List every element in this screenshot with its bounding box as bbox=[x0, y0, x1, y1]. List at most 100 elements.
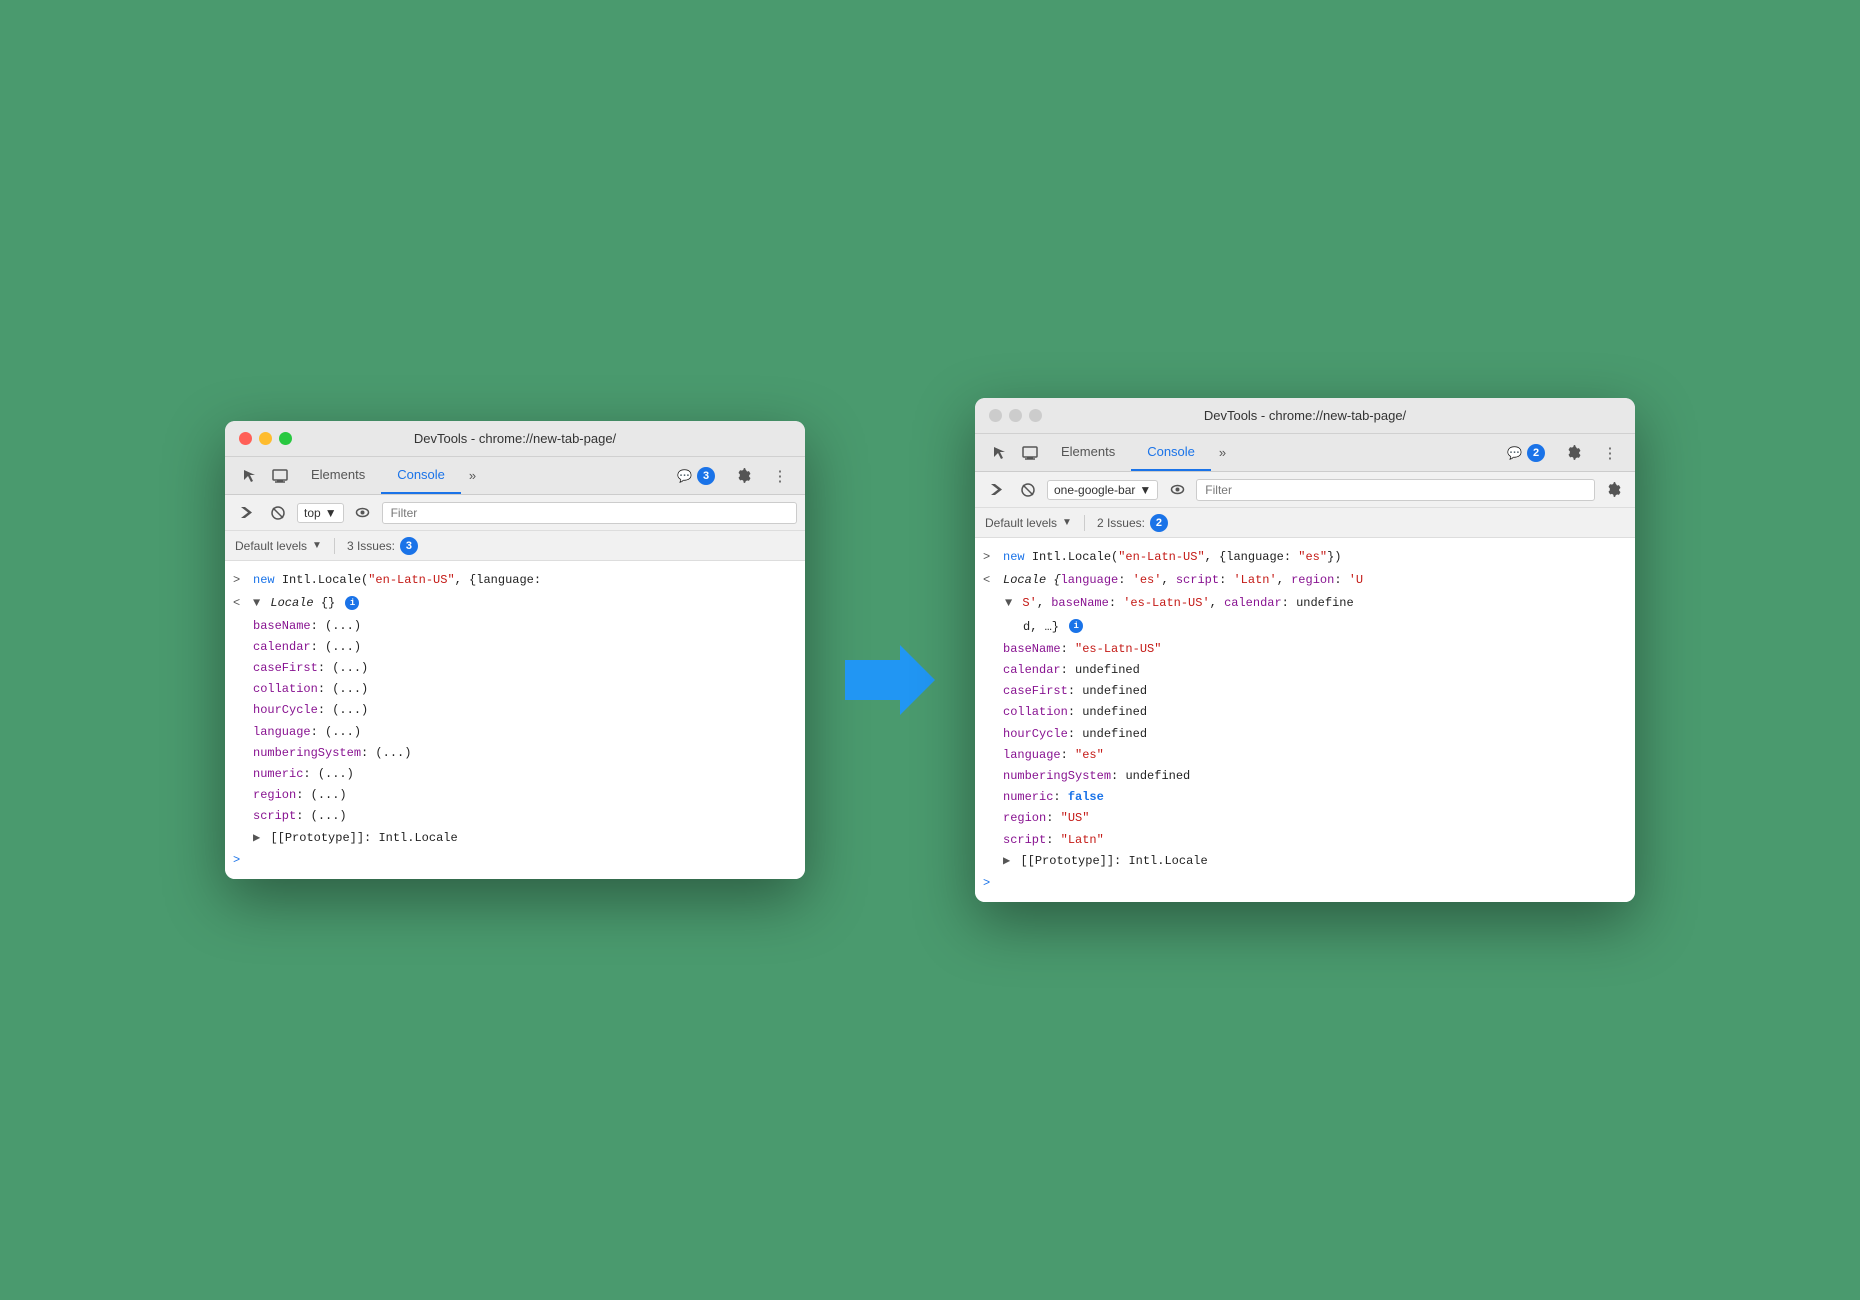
console-toolbar-2: one-google-bar ▼ Filter bbox=[975, 472, 1635, 508]
prop-hourcycle-1[interactable]: hourCycle: (...) bbox=[225, 700, 805, 721]
prototype-1[interactable]: ▶ [[Prototype]]: Intl.Locale bbox=[225, 828, 805, 849]
prop-collation-1[interactable]: collation: (...) bbox=[225, 679, 805, 700]
block-icon-2[interactable] bbox=[1015, 477, 1041, 503]
console-content-1: > new Intl.Locale("en-Latn-US", {languag… bbox=[225, 561, 805, 878]
issues-bar-2: Default levels ▼ 2 Issues: 2 bbox=[975, 508, 1635, 538]
tab-elements-1[interactable]: Elements bbox=[295, 457, 381, 494]
settings-icon-1[interactable] bbox=[729, 461, 759, 491]
eye-icon-2[interactable] bbox=[1164, 477, 1190, 503]
clear-console-btn-1[interactable] bbox=[233, 500, 259, 526]
prompt-line-1[interactable]: > bbox=[225, 849, 805, 871]
dropdown-arrow-1: ▼ bbox=[312, 540, 322, 551]
input-caret-2: > bbox=[983, 548, 997, 567]
prototype-2[interactable]: ▶ [[Prototype]]: Intl.Locale bbox=[975, 851, 1635, 872]
issues-count-1[interactable]: 3 Issues: 3 bbox=[347, 537, 418, 555]
inspect-icon-2[interactable] bbox=[985, 438, 1015, 468]
locale-output-2b: ▼ S', baseName: 'es-Latn-US', calendar: … bbox=[975, 592, 1635, 615]
prop-region-1[interactable]: region: (...) bbox=[225, 785, 805, 806]
devtools-tabs-2: Elements Console » 💬 2 ⋮ bbox=[975, 434, 1635, 472]
console-content-2: > new Intl.Locale("en-Latn-US", {languag… bbox=[975, 538, 1635, 902]
prop-script-2[interactable]: script: "Latn" bbox=[975, 830, 1635, 851]
dropdown-arrow-2: ▼ bbox=[1062, 517, 1072, 528]
context-label-2: one-google-bar bbox=[1054, 483, 1135, 497]
maximize-button-2[interactable] bbox=[1029, 409, 1042, 422]
prop-numeric-2[interactable]: numeric: false bbox=[975, 787, 1635, 808]
tab-console-2[interactable]: Console bbox=[1131, 434, 1211, 471]
device-toolbar-icon-2[interactable] bbox=[1015, 438, 1045, 468]
context-selector-2[interactable]: one-google-bar ▼ bbox=[1047, 480, 1158, 500]
prompt-caret-1: > bbox=[233, 853, 240, 867]
settings-icon-2b[interactable] bbox=[1601, 477, 1627, 503]
prop-script-1[interactable]: script: (...) bbox=[225, 806, 805, 827]
badge-count-2: 2 bbox=[1527, 444, 1545, 462]
locale-output-2c: d, …} i bbox=[975, 616, 1635, 639]
prop-casefirst-1[interactable]: caseFirst: (...) bbox=[225, 658, 805, 679]
chevron-down-icon-1: ▼ bbox=[325, 506, 337, 520]
more-options-icon-1[interactable]: ⋮ bbox=[765, 461, 795, 491]
prop-calendar-2[interactable]: calendar: undefined bbox=[975, 660, 1635, 681]
prompt-line-2[interactable]: > bbox=[975, 872, 1635, 894]
issues-badge-btn-2[interactable]: 💬 2 bbox=[1499, 441, 1553, 465]
chevron-down-icon-2: ▼ bbox=[1139, 483, 1151, 497]
info-icon-2[interactable]: i bbox=[1069, 619, 1083, 633]
traffic-lights-1 bbox=[239, 432, 292, 445]
prop-basename-1[interactable]: baseName: (...) bbox=[225, 616, 805, 637]
locale-output-2a[interactable]: < Locale {language: 'es', script: 'Latn'… bbox=[975, 569, 1635, 592]
before-after-arrow bbox=[845, 645, 935, 715]
minimize-button-2[interactable] bbox=[1009, 409, 1022, 422]
prop-numeric-1[interactable]: numeric: (...) bbox=[225, 764, 805, 785]
tab-more-2[interactable]: » bbox=[1211, 439, 1234, 466]
traffic-lights-2 bbox=[989, 409, 1042, 422]
prop-numberingsystem-2[interactable]: numberingSystem: undefined bbox=[975, 766, 1635, 787]
filter-input-2[interactable]: Filter bbox=[1196, 479, 1595, 501]
prop-language-1[interactable]: language: (...) bbox=[225, 722, 805, 743]
message-icon-2: 💬 bbox=[1507, 446, 1522, 460]
collapse-arrow-2: < bbox=[983, 571, 997, 590]
block-icon-1[interactable] bbox=[265, 500, 291, 526]
locale-output-header-1[interactable]: < ▼ Locale {} i bbox=[225, 592, 805, 615]
settings-icon-2[interactable] bbox=[1559, 438, 1589, 468]
devtools-tabs-1: Elements Console » 💬 3 ⋮ bbox=[225, 457, 805, 495]
title-bar-1: DevTools - chrome://new-tab-page/ bbox=[225, 421, 805, 457]
default-levels-1[interactable]: Default levels ▼ bbox=[235, 539, 322, 553]
console-input-line-1: > new Intl.Locale("en-Latn-US", {languag… bbox=[225, 569, 805, 592]
prompt-caret-2: > bbox=[983, 876, 990, 890]
close-button-2[interactable] bbox=[989, 409, 1002, 422]
clear-console-btn-2[interactable] bbox=[983, 477, 1009, 503]
title-bar-2: DevTools - chrome://new-tab-page/ bbox=[975, 398, 1635, 434]
device-toolbar-icon[interactable] bbox=[265, 461, 295, 491]
prop-collation-2[interactable]: collation: undefined bbox=[975, 702, 1635, 723]
inspect-icon[interactable] bbox=[235, 461, 265, 491]
context-selector-1[interactable]: top ▼ bbox=[297, 503, 344, 523]
info-icon-1[interactable]: i bbox=[345, 596, 359, 610]
prop-casefirst-2[interactable]: caseFirst: undefined bbox=[975, 681, 1635, 702]
window-title-1: DevTools - chrome://new-tab-page/ bbox=[414, 431, 616, 446]
tab-right-icons-2: 💬 2 ⋮ bbox=[1499, 438, 1625, 468]
issues-count-2[interactable]: 2 Issues: 2 bbox=[1097, 514, 1168, 532]
tab-elements-2[interactable]: Elements bbox=[1045, 434, 1131, 471]
issues-bar-1: Default levels ▼ 3 Issues: 3 bbox=[225, 531, 805, 561]
devtools-window-1: DevTools - chrome://new-tab-page/ Elemen… bbox=[225, 421, 805, 878]
tab-console-1[interactable]: Console bbox=[381, 457, 461, 494]
badge-count-1: 3 bbox=[697, 467, 715, 485]
eye-icon-1[interactable] bbox=[350, 500, 376, 526]
window-title-2: DevTools - chrome://new-tab-page/ bbox=[1204, 408, 1406, 423]
prop-hourcycle-2[interactable]: hourCycle: undefined bbox=[975, 724, 1635, 745]
minimize-button-1[interactable] bbox=[259, 432, 272, 445]
issues-badge-btn-1[interactable]: 💬 3 bbox=[669, 464, 723, 488]
close-button-1[interactable] bbox=[239, 432, 252, 445]
issues-msg-badge-2: 2 bbox=[1150, 514, 1168, 532]
default-levels-2[interactable]: Default levels ▼ bbox=[985, 516, 1072, 530]
prop-calendar-1[interactable]: calendar: (...) bbox=[225, 637, 805, 658]
prop-numberingsystem-1[interactable]: numberingSystem: (...) bbox=[225, 743, 805, 764]
more-options-icon-2[interactable]: ⋮ bbox=[1595, 438, 1625, 468]
tab-more-1[interactable]: » bbox=[461, 462, 484, 489]
prop-language-2[interactable]: language: "es" bbox=[975, 745, 1635, 766]
prop-region-2[interactable]: region: "US" bbox=[975, 808, 1635, 829]
context-label-1: top bbox=[304, 506, 321, 520]
prop-basename-2[interactable]: baseName: "es-Latn-US" bbox=[975, 639, 1635, 660]
devtools-window-2: DevTools - chrome://new-tab-page/ Elemen… bbox=[975, 398, 1635, 902]
issues-msg-badge-1: 3 bbox=[400, 537, 418, 555]
maximize-button-1[interactable] bbox=[279, 432, 292, 445]
filter-input-1[interactable]: Filter bbox=[382, 502, 797, 524]
